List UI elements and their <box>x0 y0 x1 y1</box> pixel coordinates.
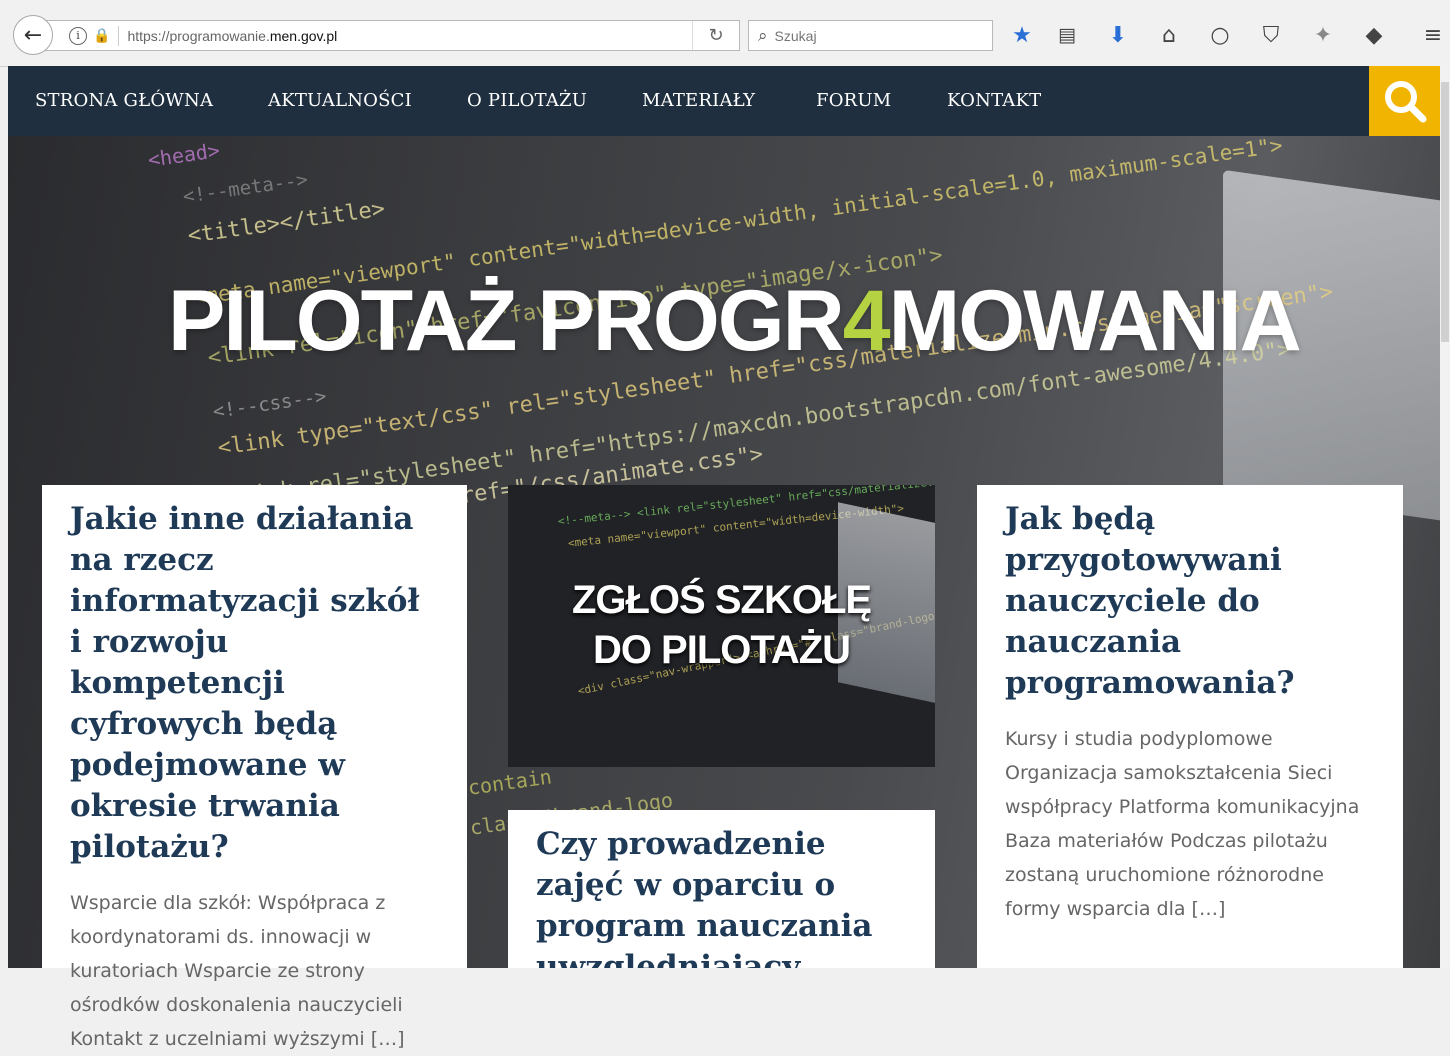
download-icon[interactable]: ⬇ <box>1103 20 1133 50</box>
nav-item-materials[interactable]: MATERIAŁY <box>642 90 755 111</box>
article-title[interactable]: Jakie inne działania na rzecz informatyz… <box>70 499 439 868</box>
url-prefix: https://programowanie. <box>127 27 270 44</box>
code-decoration: contain <box>466 764 554 800</box>
magnifier-icon <box>1384 81 1426 123</box>
hero-title: PILOTAŻ PROGR4MOWANIA <box>168 272 1302 371</box>
reload-icon[interactable]: ↻ <box>692 21 739 50</box>
nav-item-forum[interactable]: FORUM <box>816 90 891 111</box>
sync-icon[interactable]: ◆ <box>1359 20 1389 50</box>
back-arrow-icon[interactable]: ← <box>13 15 53 55</box>
bookmark-star-icon[interactable]: ★ <box>1007 20 1037 50</box>
reading-list-icon[interactable]: ▤ <box>1052 20 1082 50</box>
hero-title-part1: PILOTAŻ PROGR <box>168 273 845 369</box>
browser-toolbar: i 🔒 https://programowanie.men.gov.pl ↻ ←… <box>0 0 1450 67</box>
url-text[interactable]: https://programowanie.men.gov.pl <box>127 28 337 44</box>
extension-icon[interactable]: ✦ <box>1308 20 1338 50</box>
lock-warning-icon[interactable]: 🔒 <box>93 28 110 44</box>
code-decoration: <title></title> <box>186 196 387 249</box>
site-navigation: STRONA GŁÓWNA AKTUALNOŚCI O PILOTAŻU MAT… <box>8 66 1440 136</box>
promo-banner[interactable]: <!--meta--> <link rel="stylesheet" href=… <box>508 485 935 767</box>
hero-title-highlight: 4 <box>842 273 891 369</box>
url-bar[interactable]: i 🔒 https://programowanie.men.gov.pl ↻ <box>44 20 740 51</box>
article-card[interactable]: Jak będą przygotowywani nauczyciele do n… <box>977 485 1403 968</box>
article-title[interactable]: Czy prowadzenie zajęć w oparciu o progra… <box>536 824 907 968</box>
code-decoration: <!--meta--> <box>181 168 310 208</box>
nav-item-contact[interactable]: KONTAKT <box>947 90 1041 111</box>
scrollbar-thumb[interactable] <box>1441 82 1449 342</box>
home-icon[interactable]: ⌂ <box>1154 20 1184 50</box>
article-card[interactable]: Jakie inne działania na rzecz informatyz… <box>42 485 467 1050</box>
nav-item-news[interactable]: AKTUALNOŚCI <box>268 90 412 111</box>
url-separator <box>118 25 120 46</box>
page-scrollbar[interactable] <box>1440 66 1450 968</box>
article-card[interactable]: Czy prowadzenie zajęć w oparciu o progra… <box>508 810 935 968</box>
hero-title-part2: MOWANIA <box>888 273 1302 369</box>
code-decoration: <!--css--> <box>211 385 328 423</box>
pocket-icon[interactable]: ⛉ <box>1256 20 1286 50</box>
info-icon[interactable]: i <box>69 26 87 45</box>
menu-icon[interactable]: ≡ <box>1418 20 1448 50</box>
article-excerpt: Wsparcie dla szkół: Współpraca z koordyn… <box>70 892 405 1050</box>
article-title[interactable]: Jak będą przygotowywani nauczyciele do n… <box>1005 499 1375 704</box>
site-search-button[interactable] <box>1369 66 1440 136</box>
url-domain: men.gov.pl <box>269 27 338 44</box>
article-excerpt: Kursy i studia podyplomowe Organizacja s… <box>1005 728 1360 920</box>
chat-icon[interactable]: ○ <box>1205 20 1235 50</box>
code-decoration: <head> <box>146 138 222 172</box>
nav-item-home[interactable]: STRONA GŁÓWNA <box>35 90 213 111</box>
search-input[interactable] <box>772 26 967 45</box>
search-bar[interactable]: ⌕ <box>748 20 993 51</box>
search-icon: ⌕ <box>758 25 768 46</box>
promo-line-2: DO PILOTAŻU <box>592 628 851 672</box>
nav-item-about[interactable]: O PILOTAŻU <box>467 90 587 111</box>
promo-line-1: ZGŁOŚ SZKOŁĘ <box>571 578 872 622</box>
